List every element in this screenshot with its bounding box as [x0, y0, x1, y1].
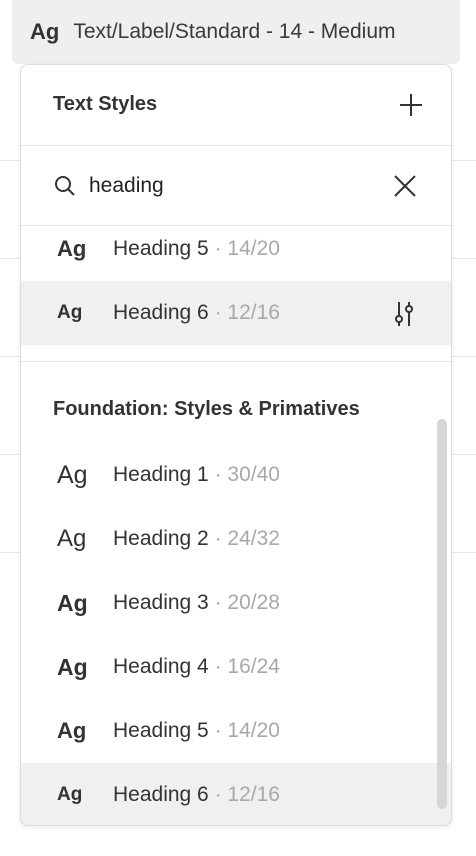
- style-meta: · 24/32: [208, 527, 280, 550]
- text-style-preview-icon: Ag: [57, 589, 88, 616]
- style-meta: · 12/16: [208, 783, 280, 806]
- style-row-heading-4[interactable]: Ag Heading 4 · 16/24: [21, 635, 451, 699]
- style-meta: · 30/40: [208, 463, 280, 486]
- search-bar: [21, 146, 451, 226]
- text-style-preview-icon: Ag: [30, 19, 60, 44]
- list-scrollbar[interactable]: [437, 419, 447, 809]
- text-style-preview-icon: Ag: [57, 718, 87, 743]
- text-style-preview-icon: Ag: [57, 236, 87, 261]
- style-meta: · 12/16: [208, 301, 280, 324]
- style-row-heading-5[interactable]: Ag Heading 5 · 14/20: [21, 217, 451, 281]
- style-row-label: Heading 2 · 24/32: [113, 527, 280, 551]
- style-meta: · 20/28: [208, 591, 280, 614]
- style-row-heading-6[interactable]: Ag Heading 6 · 12/16: [21, 763, 451, 825]
- style-row-label: Heading 5 · 14/20: [113, 237, 280, 261]
- style-row-label: Heading 6 · 12/16: [113, 783, 280, 807]
- text-style-current-label: Text/Label/Standard - 14 - Medium: [73, 20, 396, 43]
- plus-icon[interactable]: [399, 93, 423, 117]
- text-style-preview-icon: Ag: [57, 302, 83, 323]
- style-row-heading-1[interactable]: Ag Heading 1 · 30/40: [21, 443, 451, 507]
- popover-title: Text Styles: [53, 93, 158, 115]
- style-row-label: Heading 4 · 16/24: [113, 655, 280, 679]
- text-style-trigger[interactable]: Ag Text/Label/Standard - 14 - Medium: [12, 0, 460, 64]
- text-style-preview-icon: Ag: [57, 460, 88, 489]
- style-row-label: Heading 5 · 14/20: [113, 719, 280, 743]
- style-name: Heading 4: [113, 655, 209, 678]
- library-section-title: Foundation: Styles & Primatives: [53, 398, 360, 420]
- style-row-heading-6[interactable]: Ag Heading 6 · 12/16: [21, 281, 451, 345]
- section-divider: [21, 361, 451, 362]
- text-styles-popover: Text Styles Ag Heading 5 · 14/20 Ag Head…: [20, 64, 452, 826]
- style-name: Heading 6: [113, 301, 209, 324]
- style-row-label: Heading 3 · 20/28: [113, 591, 280, 615]
- style-meta: · 14/20: [208, 719, 280, 742]
- search-icon: [53, 174, 77, 198]
- style-row-label: Heading 1 · 30/40: [113, 463, 280, 487]
- style-meta: · 16/24: [208, 655, 280, 678]
- style-name: Heading 3: [113, 591, 209, 614]
- text-style-preview-icon: Ag: [57, 653, 88, 680]
- style-row-heading-2[interactable]: Ag Heading 2 · 24/32: [21, 507, 451, 571]
- style-row-heading-3[interactable]: Ag Heading 3 · 20/28: [21, 571, 451, 635]
- close-icon[interactable]: [393, 174, 417, 198]
- style-name: Heading 6: [113, 783, 209, 806]
- text-style-preview-icon: Ag: [57, 525, 87, 552]
- adjust-sliders-icon[interactable]: [391, 301, 417, 327]
- style-row-label: Heading 6 · 12/16: [113, 301, 280, 325]
- style-name: Heading 1: [113, 463, 209, 486]
- text-style-preview-icon: Ag: [57, 784, 83, 805]
- style-row-heading-5[interactable]: Ag Heading 5 · 14/20: [21, 699, 451, 763]
- style-name: Heading 2: [113, 527, 209, 550]
- search-input[interactable]: [89, 168, 369, 204]
- style-meta: · 14/20: [208, 237, 280, 260]
- style-name: Heading 5: [113, 719, 209, 742]
- style-name: Heading 5: [113, 237, 209, 260]
- popover-header: Text Styles: [21, 65, 451, 146]
